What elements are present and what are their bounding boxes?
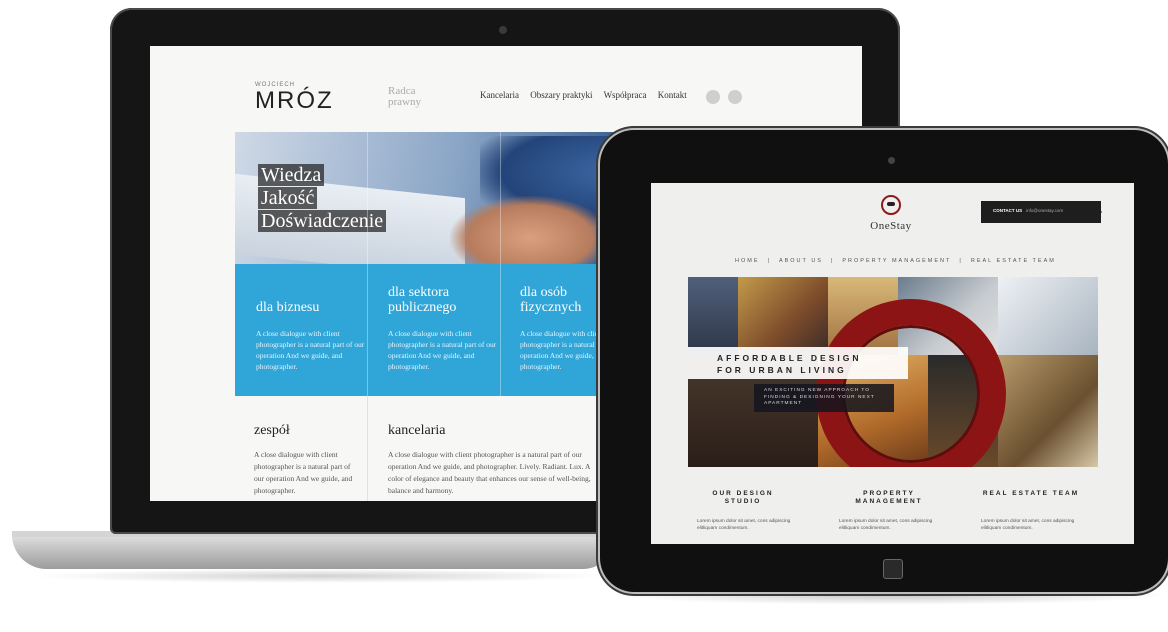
column-divider bbox=[500, 132, 501, 397]
tablet-nav-team[interactable]: REAL ESTATE TEAM bbox=[971, 258, 1056, 264]
contact-arrow-icon bbox=[1091, 201, 1102, 223]
contact-label[interactable]: CONTACT US bbox=[993, 208, 1022, 213]
hero-hand bbox=[450, 196, 610, 266]
feature-title-design[interactable]: OUR DESIGN STUDIO bbox=[693, 490, 793, 506]
office-title[interactable]: kancelaria bbox=[388, 423, 446, 439]
service-text-sektor: A close dialogue with client photographe… bbox=[388, 329, 497, 371]
service-text-biznes: A close dialogue with client photographe… bbox=[256, 329, 365, 371]
hero-line-2: Jakość bbox=[258, 187, 318, 209]
hero-subtext: AN EXCITING NEW APPROACH TO FINDING & DE… bbox=[764, 388, 875, 406]
hero-headline-2: FOR URBAN LIVING bbox=[717, 365, 847, 375]
main-nav: Kancelaria Obszary praktyki Współpraca K… bbox=[480, 90, 696, 100]
nav-separator: | bbox=[767, 258, 771, 264]
office-text: A close dialogue with client photographe… bbox=[388, 450, 591, 495]
nav-item-kontakt[interactable]: Kontakt bbox=[658, 90, 687, 100]
team-text: A close dialogue with client photographe… bbox=[254, 450, 353, 495]
tablet-home-button[interactable] bbox=[883, 559, 903, 579]
laptop-camera bbox=[499, 26, 507, 34]
nav-item-kancelaria[interactable]: Kancelaria bbox=[480, 90, 519, 100]
nav-separator: | bbox=[959, 258, 963, 264]
service-title-sektor[interactable]: dla sektora publicznego bbox=[388, 285, 488, 315]
onestay-logo-icon-inner bbox=[887, 202, 895, 206]
nav-separator: | bbox=[830, 258, 835, 264]
feature-title-team[interactable]: REAL ESTATE TEAM bbox=[981, 490, 1081, 498]
tablet-nav-about[interactable]: ABOUT US bbox=[779, 258, 823, 264]
nav-item-wspolpraca[interactable]: Współpraca bbox=[604, 90, 647, 100]
column-divider bbox=[367, 132, 368, 397]
tablet-nav: HOME | ABOUT US | PROPERTY MANAGEMENT | REAL E… bbox=[735, 258, 1064, 264]
site-tagline: Radca prawny bbox=[388, 85, 421, 108]
hero-tile bbox=[998, 355, 1098, 467]
team-title[interactable]: zespół bbox=[254, 423, 290, 439]
hero-headline-1: AFFORDABLE DESIGN bbox=[717, 353, 862, 363]
tablet-screen: OneStay CONTACT US info@onestay.com HOME |… bbox=[651, 183, 1134, 544]
hero-tile bbox=[738, 277, 828, 355]
tablet-camera bbox=[888, 157, 895, 164]
onestay-logo[interactable]: OneStay bbox=[841, 220, 941, 232]
column-divider bbox=[367, 396, 368, 501]
service-title-osoby[interactable]: dla osób fizycznych bbox=[520, 285, 610, 315]
facebook-icon[interactable] bbox=[706, 90, 720, 104]
nav-item-obszary-praktyki[interactable]: Obszary praktyki bbox=[530, 90, 592, 100]
site-logo[interactable]: MRÓZ bbox=[255, 87, 334, 115]
hero-tile bbox=[688, 277, 738, 355]
linkedin-icon[interactable] bbox=[728, 90, 742, 104]
tablet-nav-home[interactable]: HOME bbox=[735, 258, 760, 264]
contact-text: CONTACT US info@onestay.com bbox=[993, 208, 1063, 213]
feature-title-property[interactable]: PROPERTY MANAGEMENT bbox=[839, 490, 939, 506]
tablet-nav-property[interactable]: PROPERTY MANAGEMENT bbox=[842, 258, 951, 264]
hero-tile bbox=[998, 277, 1098, 355]
service-title-biznes[interactable]: dla biznesu bbox=[256, 300, 319, 315]
laptop-shadow bbox=[30, 569, 610, 583]
contact-email[interactable]: info@onestay.com bbox=[1026, 208, 1063, 213]
feature-text-team: Lorem ipsum dolor sit amet, cons adipisc… bbox=[981, 519, 1075, 531]
hero-line-1: Wiedza bbox=[258, 164, 325, 186]
feature-text-property: Lorem ipsum dolor sit amet, cons adipisc… bbox=[839, 519, 933, 531]
feature-text-design: Lorem ipsum dolor sit amet, cons adipisc… bbox=[697, 519, 791, 531]
